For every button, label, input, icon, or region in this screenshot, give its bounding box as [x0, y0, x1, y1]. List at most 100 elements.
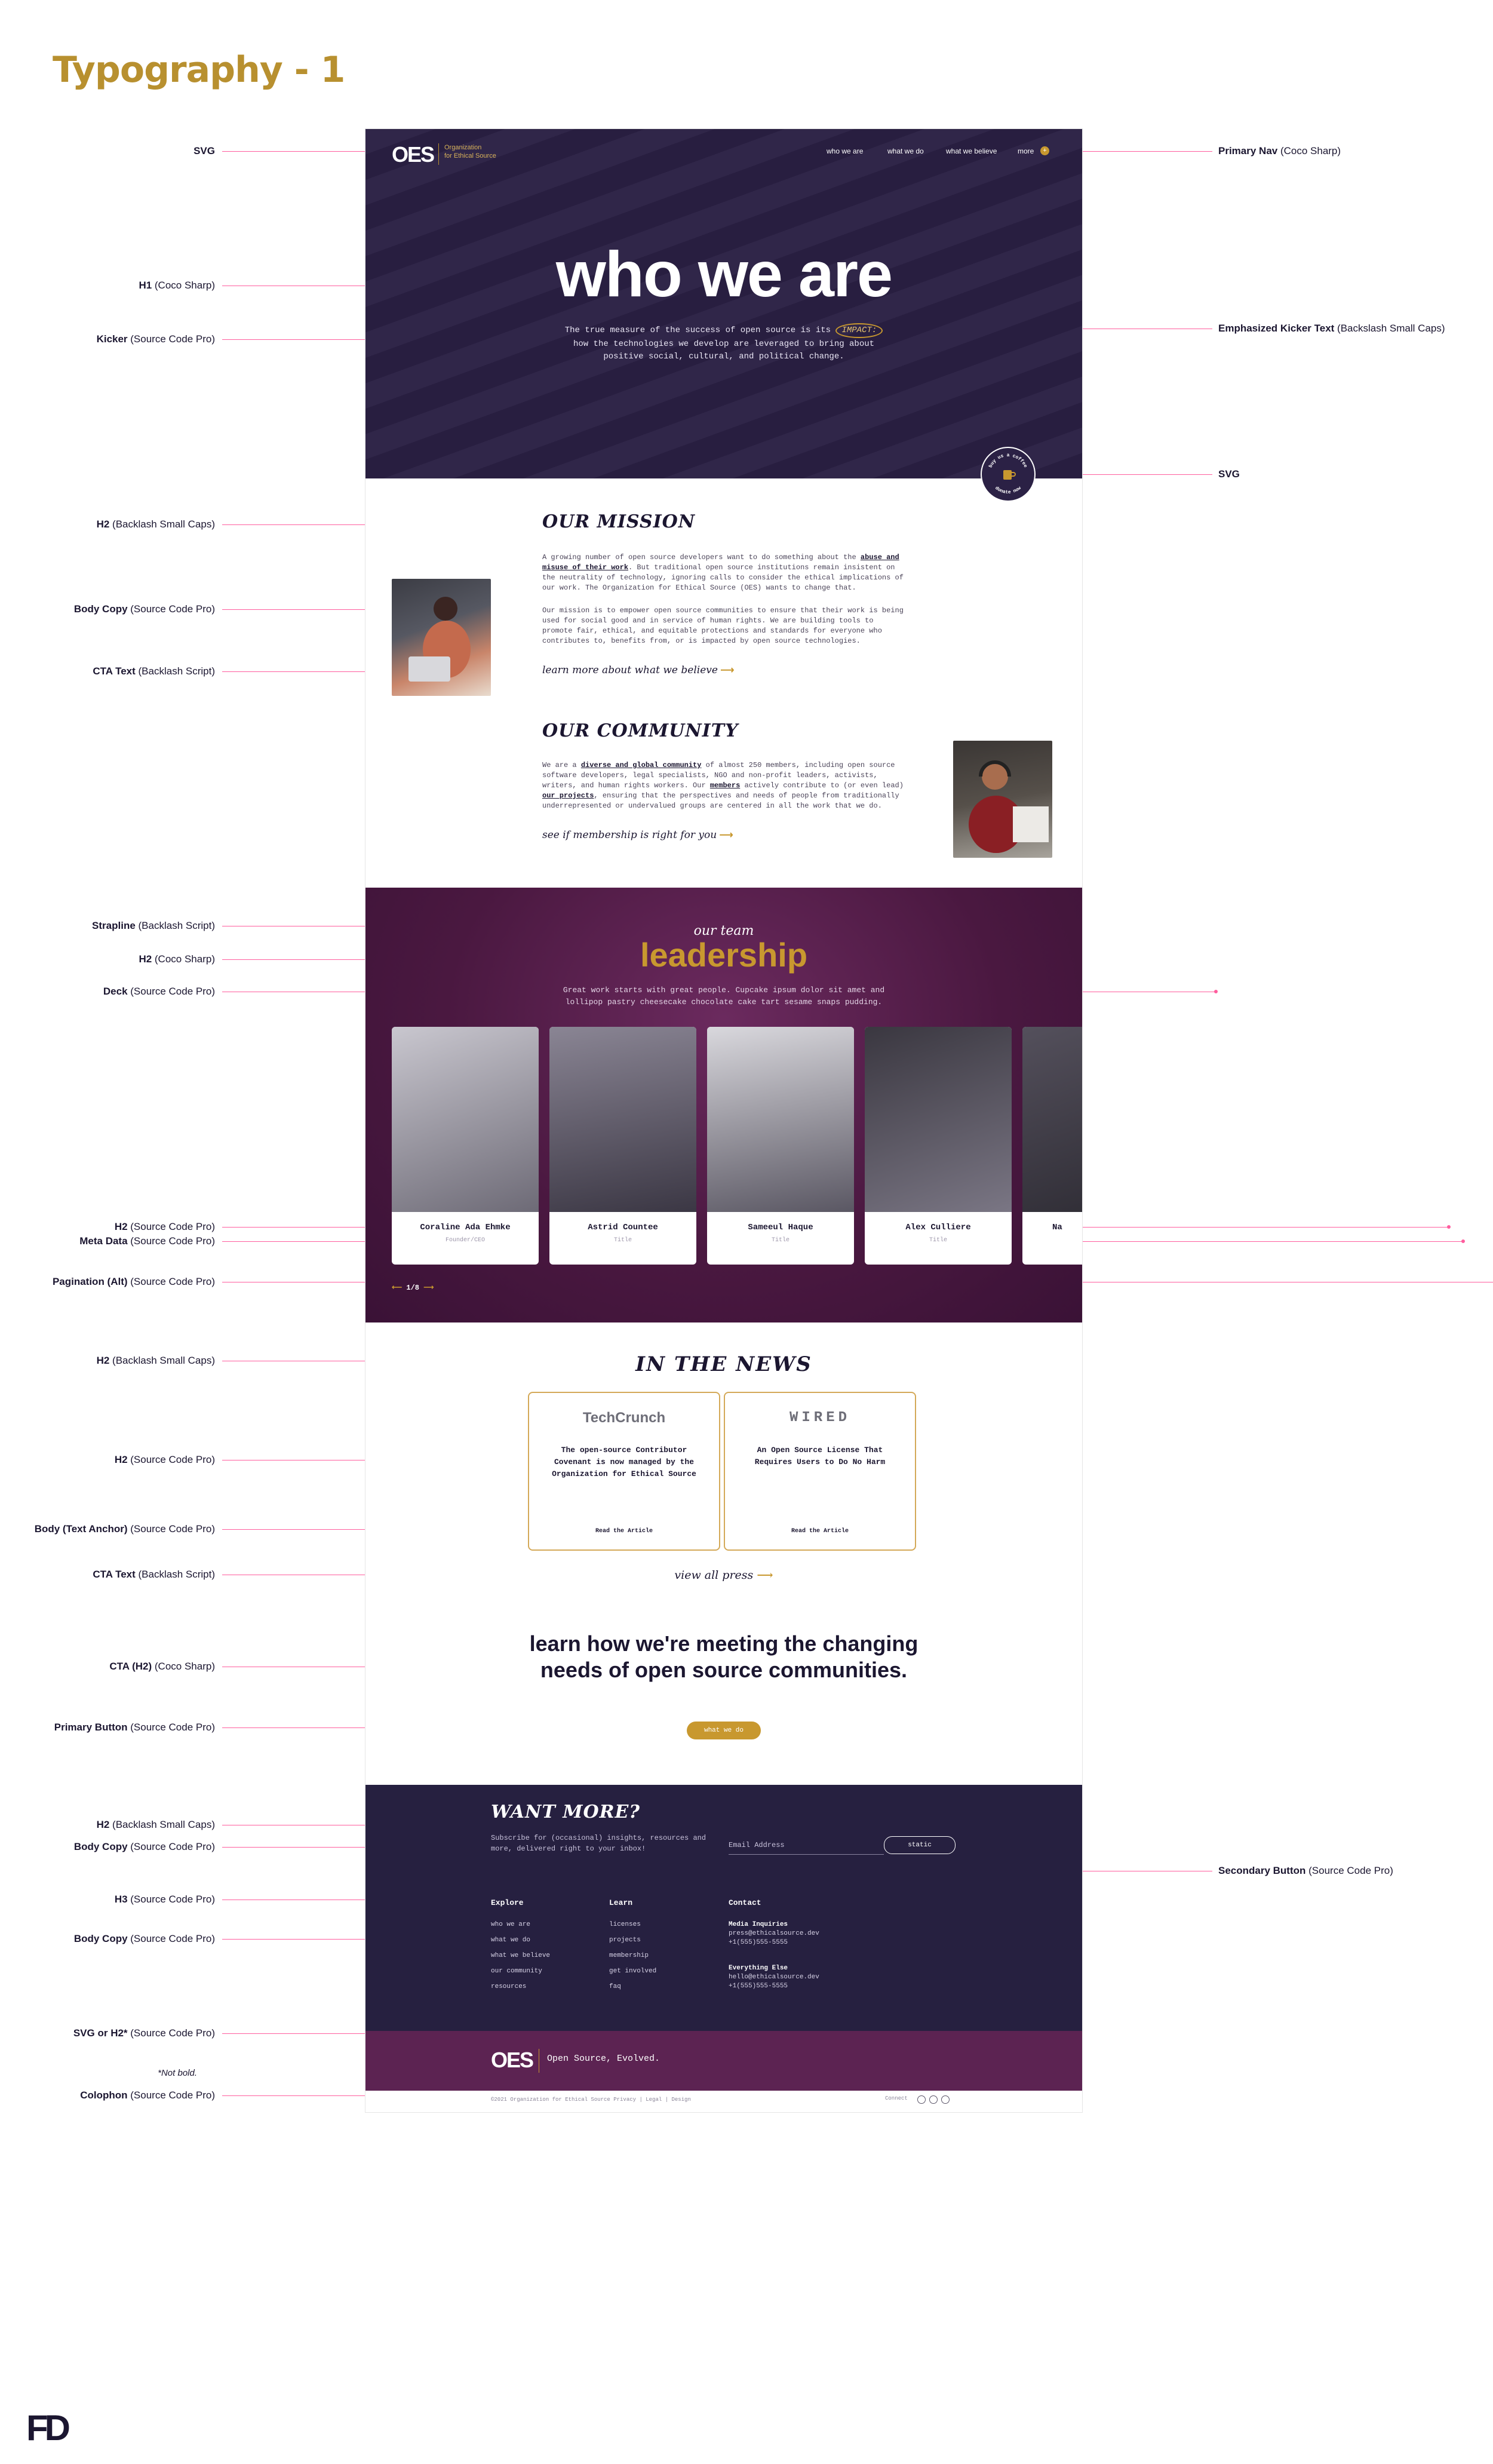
community-paragraph: We are a diverse and global community of…	[542, 760, 908, 811]
annotation-label-note: (Source Code Pro)	[1305, 1865, 1393, 1876]
oes-logo[interactable]: OES	[392, 142, 435, 167]
projects-link[interactable]: our projects	[542, 791, 594, 800]
arrow-right-icon: ⟶	[719, 830, 733, 840]
subscribe-button[interactable]: static	[884, 1836, 956, 1854]
person-name: Coraline Ada Ehmke	[420, 1223, 511, 1232]
arrow-right-icon[interactable]: ⟶	[423, 1284, 434, 1292]
footer-link[interactable]: +1(555)555-5555	[729, 1983, 788, 1990]
svg-text:donate now: donate now	[994, 486, 1022, 495]
footer-link[interactable]: what we believe	[491, 1952, 550, 1959]
annotation-label-bold: Strapline	[92, 920, 136, 931]
view-all-press-cta[interactable]: view all press ⟶	[365, 1569, 1082, 1582]
person-card[interactable]: Coraline Ada Ehmke Founder/CEO	[392, 1027, 539, 1265]
footer-heading: WANT MORE?	[491, 1802, 640, 1822]
community-text-3: actively contribute to (or even lead)	[744, 781, 904, 790]
person-photo	[549, 1027, 696, 1212]
footer-col-heading: Learn	[609, 1898, 633, 1907]
footer-subtitle: Subscribe for (occasional) insights, res…	[491, 1834, 706, 1853]
linkedin-icon[interactable]	[929, 2095, 938, 2104]
annotation-label: H1 (Coco Sharp)	[0, 280, 215, 291]
donate-badge[interactable]: buy us a coffee donate now	[981, 447, 1036, 502]
annotation-label: Meta Data (Source Code Pro)	[0, 1235, 215, 1247]
view-all-press-text[interactable]: view all press	[674, 1569, 753, 1582]
annotation-label-note: (Coco Sharp)	[152, 953, 215, 965]
hero-kicker: The true measure of the success of open …	[557, 323, 891, 363]
footer-link[interactable]: resources	[491, 1983, 526, 1990]
annotation-label: Body Copy (Source Code Pro)	[0, 603, 215, 615]
twitter-icon[interactable]	[917, 2095, 926, 2104]
person-card[interactable]: Sameeul Haque Title	[707, 1027, 854, 1265]
annotation-dot	[1214, 990, 1218, 993]
nav-what-we-do[interactable]: what we do	[887, 147, 924, 155]
annotation-label: CTA (H2) (Coco Sharp)	[0, 1661, 215, 1673]
footer-link[interactable]: licenses	[609, 1921, 641, 1928]
footer-link[interactable]: hello@ethicalsource.dev	[729, 1974, 819, 1981]
annotation-label-note: (Backlash Small Caps)	[109, 1819, 215, 1830]
news-card[interactable]: TechCrunch The open-source Contributor C…	[528, 1392, 720, 1551]
news-card[interactable]: WIRED An Open Source License That Requir…	[724, 1392, 916, 1551]
read-article-link[interactable]: Read the Article	[725, 1528, 915, 1535]
footer	[365, 1785, 1082, 2031]
annotation-label-note: (Source Code Pro)	[127, 603, 215, 615]
what-we-do-button[interactable]: what we do	[687, 1722, 761, 1739]
mission-text: A growing number of open source develope…	[542, 553, 856, 561]
person-card[interactable]: Alex Culliere Title	[865, 1027, 1012, 1265]
footer-link[interactable]: membership	[609, 1952, 649, 1959]
news-title: An Open Source License That Requires Use…	[754, 1446, 886, 1466]
footer-link[interactable]: projects	[609, 1937, 641, 1944]
arrow-left-icon[interactable]: ⟵	[392, 1284, 406, 1292]
brand-logo: FD	[26, 2408, 70, 2448]
footer-link[interactable]: faq	[609, 1983, 621, 1990]
community-cta[interactable]: see if membership is right for you ⟶	[542, 829, 733, 841]
person-card[interactable]: Astrid Countee Title	[549, 1027, 696, 1265]
page-title: Typography - 1	[53, 49, 345, 91]
oes-logo[interactable]: OES	[491, 2048, 534, 2073]
email-field[interactable]: Email Address	[729, 1841, 884, 1855]
read-article-link[interactable]: Read the Article	[529, 1528, 719, 1535]
annotation-label: Pagination (Alt) (Source Code Pro)	[0, 1276, 215, 1288]
annotation-label-note: (Backlash Script)	[135, 665, 215, 677]
annotation-label-bold: CTA (H2)	[109, 1661, 152, 1672]
members-link[interactable]: members	[710, 781, 740, 790]
annotation-label-bold: Body Copy	[73, 603, 128, 615]
connect-label: Connect	[885, 2095, 908, 2101]
annotation-label-note: (Source Code Pro)	[127, 986, 215, 997]
annotation-label-bold: Emphasized Kicker Text	[1218, 323, 1335, 334]
wired-logo: WIRED	[789, 1410, 850, 1426]
mission-cta-text[interactable]: learn more about what we believe	[542, 664, 718, 676]
annotation-label-bold: SVG	[193, 145, 215, 157]
person-card[interactable]: Na	[1022, 1027, 1082, 1265]
annotation-label-note: (Coco Sharp)	[152, 280, 215, 291]
annotation-label-bold: H3	[114, 1894, 128, 1905]
mission-paragraph-2: Our mission is to empower open source co…	[542, 606, 904, 645]
annotation-label-note: (Source Code Pro)	[127, 1933, 215, 1944]
footer-link[interactable]: what we do	[491, 1937, 530, 1944]
footer-link[interactable]: press@ethicalsource.dev	[729, 1930, 819, 1937]
nav-more[interactable]: more	[1018, 147, 1034, 155]
news-title: The open-source Contributor Covenant is …	[552, 1446, 696, 1478]
footer-link[interactable]: our community	[491, 1968, 542, 1975]
svg-text:buy us a coffee: buy us a coffee	[988, 453, 1028, 469]
nav-what-we-believe[interactable]: what we believe	[946, 147, 997, 155]
footer-link[interactable]: +1(555)555-5555	[729, 1939, 788, 1946]
mission-cta[interactable]: learn more about what we believe ⟶	[542, 664, 734, 676]
annotation-label-note: (Backlash Script)	[135, 920, 215, 931]
annotation-label: Body Copy (Source Code Pro)	[0, 1841, 215, 1853]
badge-bottom-text: donate now	[994, 486, 1022, 495]
github-icon[interactable]	[941, 2095, 950, 2104]
cta-heading: learn how we're meeting the changing nee…	[529, 1631, 918, 1682]
footer-link[interactable]: get involved	[609, 1968, 656, 1975]
annotation-label-bold: SVG	[1218, 468, 1240, 480]
annotation-label-bold: Meta Data	[79, 1235, 128, 1247]
community-cta-text[interactable]: see if membership is right for you	[542, 829, 717, 841]
diverse-community-link[interactable]: diverse and global community	[581, 761, 702, 769]
annotation-label-bold: Secondary Button	[1218, 1865, 1306, 1876]
annotation-label: H2 (Backlash Small Caps)	[0, 1819, 215, 1831]
annotation-label-bold: CTA Text	[93, 1569, 136, 1580]
annotation-label-bold: SVG or H2*	[73, 2027, 128, 2039]
plus-icon[interactable]: +	[1040, 146, 1049, 155]
colophon: ©2021 Organization for Ethical Source Pr…	[491, 2097, 691, 2103]
website-mock: OES Organization for Ethical Source who …	[365, 129, 1082, 2112]
nav-who-we-are[interactable]: who we are	[827, 147, 863, 155]
footer-link[interactable]: who we are	[491, 1921, 530, 1928]
